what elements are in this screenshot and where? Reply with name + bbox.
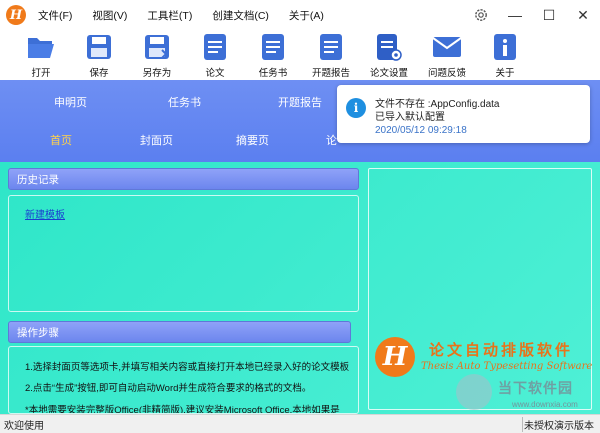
menu-view[interactable]: 视图(V) [92,8,127,23]
history-header: 历史记录 [8,168,359,190]
tab-abstract[interactable]: 摘要页 [236,132,269,148]
menu-create-document[interactable]: 创建文档(C) [212,8,269,23]
notification-subtitle: 已导入默认配置 [375,112,445,123]
save-as-button[interactable]: 另存为 [128,30,186,80]
title-bar: H 文件(F) 视图(V) 工具栏(T) 创建文档(C) 关于(A) — ☐ ✕ [0,0,600,30]
brand-title: 论文自动排版软件 [429,341,574,359]
step-line-2: 2.点击“生成”按钮,即可自动启动Word并生成符合要求的格式的文档。 [25,383,312,394]
brand-subtitle: Thesis Auto Typesetting Software [421,361,593,372]
notification-time: 2020/05/12 09:29:18 [375,125,467,136]
menu-file[interactable]: 文件(F) [38,8,72,23]
settings-doc-icon [374,32,404,62]
save-button[interactable]: 保存 [70,30,128,80]
feedback-button[interactable]: 问题反馈 [418,30,476,80]
brand-logo-icon: H [375,337,415,377]
status-left: 欢迎使用 [4,420,44,432]
watermark-logo-icon [456,374,492,410]
toolbar: 打开 保存 另存为 论文 任务书 开题报告 论文设置 问题反馈 关于 [0,30,600,80]
status-separator [522,417,523,432]
settings-gear-icon[interactable] [464,0,498,30]
close-button[interactable]: ✕ [566,0,600,30]
menu-bar: 文件(F) 视图(V) 工具栏(T) 创建文档(C) 关于(A) [38,8,344,23]
minimize-button[interactable]: — [498,0,532,30]
maximize-button[interactable]: ☐ [532,0,566,30]
feedback-mail-icon [432,32,462,62]
step-line-3: *本地需要安装完整版Office(非精简版),建议安装Microsoft Off… [25,405,340,413]
save-as-icon [142,32,172,62]
tab-declaration[interactable]: 申明页 [54,94,87,110]
watermark-url: www.downxia.com [512,400,578,409]
about-button[interactable]: 关于 [476,30,534,80]
open-button[interactable]: 打开 [12,30,70,80]
info-icon [490,32,520,62]
window-controls: — ☐ ✕ [464,0,600,30]
task-doc-button[interactable]: 任务书 [244,30,302,80]
tab-thesis-partial[interactable]: 论 [326,132,337,148]
tab-proposal[interactable]: 开题报告 [278,94,322,110]
menu-toolbar[interactable]: 工具栏(T) [147,8,192,23]
tab-home[interactable]: 首页 [50,132,72,148]
steps-header: 操作步骤 [8,321,351,343]
step-line-1: 1.选择封面页等选项卡,并填写相关内容或直接打开本地已经录入好的论文模板 [25,362,350,373]
steps-clip: 1.选择封面页等选项卡,并填写相关内容或直接打开本地已经录入好的论文模板 2.点… [9,347,358,413]
tab-cover[interactable]: 封面页 [140,132,173,148]
proposal-doc-icon [316,32,346,62]
status-bar: 欢迎使用 未授权演示版本 [0,414,600,433]
new-template-link[interactable]: 新建模板 [25,206,65,221]
status-right: 未授权演示版本 [524,420,594,432]
thesis-button[interactable]: 论文 [186,30,244,80]
app-logo-icon: H [6,5,26,25]
proposal-button[interactable]: 开题报告 [302,30,360,80]
task-doc-icon [258,32,288,62]
menu-about[interactable]: 关于(A) [289,8,324,23]
watermark-text: 当下软件园 [498,380,573,396]
brand-panel: H 论文自动排版软件 Thesis Auto Typesetting Softw… [368,168,592,410]
notification-popup[interactable]: i 文件不存在 :AppConfig.data 已导入默认配置 2020/05/… [337,85,590,143]
tab-task-book[interactable]: 任务书 [168,94,201,110]
info-circle-icon: i [346,98,366,118]
open-folder-icon [26,32,56,62]
save-icon [84,32,114,62]
thesis-settings-button[interactable]: 论文设置 [360,30,418,80]
thesis-doc-icon [200,32,230,62]
